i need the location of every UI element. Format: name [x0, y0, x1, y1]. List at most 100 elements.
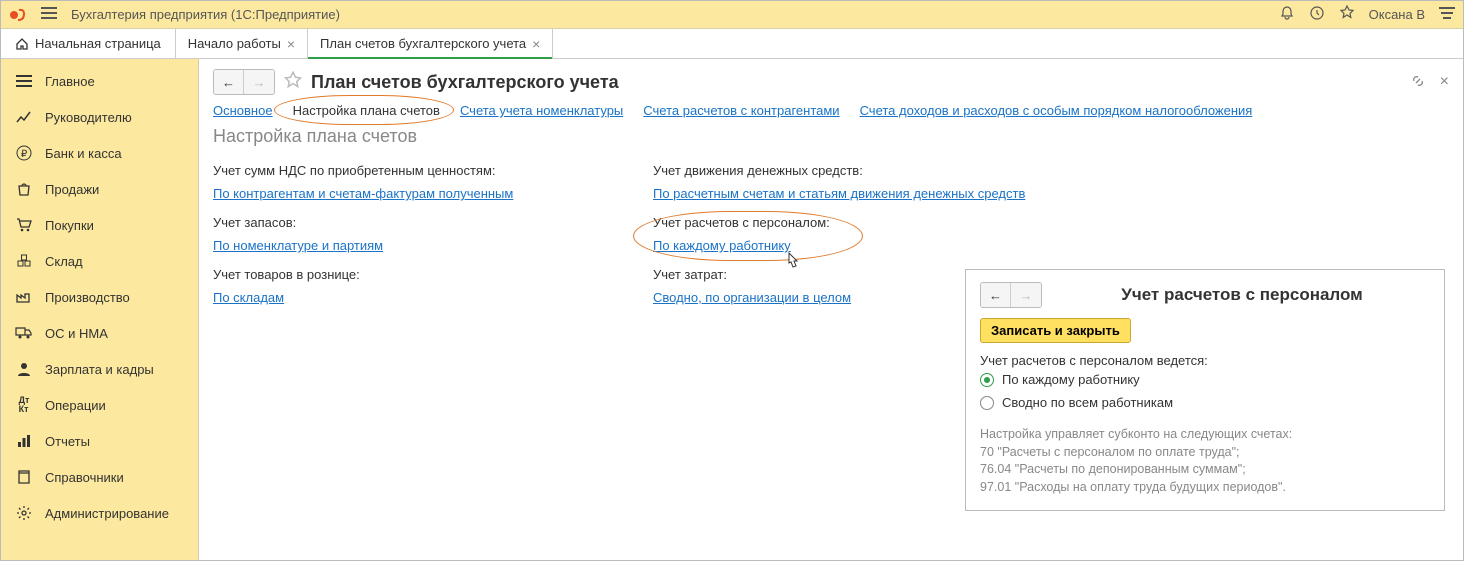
sidebar-item-label: Продажи	[45, 182, 99, 197]
sidebar-item-label: Справочники	[45, 470, 124, 485]
sidebar-item-label: Склад	[45, 254, 83, 269]
close-page-button[interactable]: ×	[1440, 73, 1449, 92]
panel-forward-button[interactable]: →	[1011, 283, 1041, 307]
content-area: ← → План счетов бухгалтерского учета × О…	[199, 59, 1463, 560]
link-icon[interactable]	[1410, 73, 1426, 92]
radio-per-employee[interactable]: По каждому работнику	[980, 368, 1430, 391]
sidebar: Главное Руководителю ₽ Банк и касса Прода…	[1, 59, 199, 560]
panel-nav-buttons: ← →	[980, 282, 1042, 308]
subnav-nomenclature[interactable]: Счета учета номенклатуры	[460, 103, 623, 118]
subnav-settings[interactable]: Настройка плана счетов	[293, 103, 440, 118]
bell-icon[interactable]	[1279, 5, 1295, 24]
sidebar-item-label: Отчеты	[45, 434, 90, 449]
sidebar-item-catalogs[interactable]: Справочники	[1, 459, 198, 495]
chart-icon	[15, 108, 33, 126]
titlebar: Бухгалтерия предприятия (1С:Предприятие)…	[1, 1, 1463, 29]
close-icon[interactable]: ×	[532, 36, 540, 52]
sidebar-item-label: Операции	[45, 398, 106, 413]
sidebar-item-sales[interactable]: Продажи	[1, 171, 198, 207]
svg-text:₽: ₽	[21, 149, 28, 160]
star-icon[interactable]	[1339, 5, 1355, 24]
nav-buttons: ← →	[213, 69, 275, 95]
sidebar-item-label: ОС и НМА	[45, 326, 108, 341]
page-title: План счетов бухгалтерского учета	[311, 72, 619, 93]
close-icon[interactable]: ×	[287, 36, 295, 52]
person-icon	[15, 360, 33, 378]
sidebar-item-label: Покупки	[45, 218, 94, 233]
back-button[interactable]: ←	[214, 70, 244, 94]
save-and-close-button[interactable]: Записать и закрыть	[980, 318, 1131, 343]
bag-icon	[15, 180, 33, 198]
history-icon[interactable]	[1309, 5, 1325, 24]
subnav-main[interactable]: Основное	[213, 103, 273, 118]
radio-group-label: Учет расчетов с персоналом ведется:	[980, 353, 1430, 368]
tab-start[interactable]: Начало работы ×	[176, 29, 308, 58]
home-icon	[15, 37, 29, 51]
app-logo	[9, 8, 31, 22]
factory-icon	[15, 288, 33, 306]
radio-label: Сводно по всем работникам	[1002, 395, 1173, 410]
radio-label: По каждому работнику	[1002, 372, 1140, 387]
dtkt-icon: ДтКт	[15, 396, 33, 414]
subnav-income-expense[interactable]: Счета доходов и расходов с особым порядк…	[860, 103, 1253, 118]
user-name[interactable]: Оксана В	[1369, 7, 1425, 22]
personnel-settings-panel: ← → Учет расчетов с персоналом Записать …	[965, 269, 1445, 511]
bars-icon	[15, 432, 33, 450]
sidebar-item-reports[interactable]: Отчеты	[1, 423, 198, 459]
sidebar-item-label: Производство	[45, 290, 130, 305]
book-icon	[15, 468, 33, 486]
tab-label: План счетов бухгалтерского учета	[320, 36, 526, 51]
radio-icon	[980, 396, 994, 410]
favorite-star-icon[interactable]	[283, 71, 303, 94]
sidebar-item-label: Зарплата и кадры	[45, 362, 154, 377]
sidebar-item-operations[interactable]: ДтКт Операции	[1, 387, 198, 423]
sidebar-item-warehouse[interactable]: Склад	[1, 243, 198, 279]
tab-label: Начало работы	[188, 36, 281, 51]
subnav: Основное Настройка плана счетов Счета уч…	[199, 99, 1463, 126]
panel-hint: Настройка управляет субконто на следующи…	[980, 426, 1430, 496]
label-retail: Учет товаров в рознице:	[213, 267, 613, 282]
menu-icon	[15, 72, 33, 90]
radio-icon	[980, 373, 994, 387]
boxes-icon	[15, 252, 33, 270]
gear-icon	[15, 504, 33, 522]
sidebar-item-purchases[interactable]: Покупки	[1, 207, 198, 243]
panel-menu-icon[interactable]	[1439, 7, 1455, 22]
tabbar: Начальная страница Начало работы × План …	[1, 29, 1463, 59]
sidebar-item-manager[interactable]: Руководителю	[1, 99, 198, 135]
label-personnel: Учет расчетов с персоналом:	[653, 215, 1053, 230]
label-vat: Учет сумм НДС по приобретенным ценностям…	[213, 163, 613, 178]
link-personnel[interactable]: По каждому работнику	[653, 238, 1053, 253]
cart-icon	[15, 216, 33, 234]
tab-chart-of-accounts[interactable]: План счетов бухгалтерского учета ×	[308, 29, 553, 58]
sidebar-item-label: Банк и касса	[45, 146, 122, 161]
ruble-icon: ₽	[15, 144, 33, 162]
panel-back-button[interactable]: ←	[981, 283, 1011, 307]
sidebar-item-main[interactable]: Главное	[1, 63, 198, 99]
sidebar-item-bank[interactable]: ₽ Банк и касса	[1, 135, 198, 171]
truck-icon	[15, 324, 33, 342]
home-tab-label: Начальная страница	[35, 36, 161, 51]
label-cash: Учет движения денежных средств:	[653, 163, 1053, 178]
sidebar-item-label: Администрирование	[45, 506, 169, 521]
sidebar-item-assets[interactable]: ОС и НМА	[1, 315, 198, 351]
home-tab[interactable]: Начальная страница	[1, 29, 176, 58]
subnav-contractors[interactable]: Счета расчетов с контрагентами	[643, 103, 839, 118]
section-title: Настройка плана счетов	[199, 126, 1463, 155]
settings-column-left: Учет сумм НДС по приобретенным ценностям…	[213, 155, 613, 305]
panel-title: Учет расчетов с персоналом	[1121, 285, 1363, 305]
forward-button[interactable]: →	[244, 70, 274, 94]
radio-summary[interactable]: Сводно по всем работникам	[980, 391, 1430, 414]
sidebar-item-production[interactable]: Производство	[1, 279, 198, 315]
sidebar-item-admin[interactable]: Администрирование	[1, 495, 198, 531]
link-vat[interactable]: По контрагентам и счетам-фактурам получе…	[213, 186, 613, 201]
sidebar-item-salary[interactable]: Зарплата и кадры	[1, 351, 198, 387]
sidebar-item-label: Главное	[45, 74, 95, 89]
main-menu-icon[interactable]	[41, 7, 57, 22]
app-title: Бухгалтерия предприятия (1С:Предприятие)	[71, 7, 340, 22]
link-cash[interactable]: По расчетным счетам и статьям движения д…	[653, 186, 1053, 201]
link-retail[interactable]: По складам	[213, 290, 613, 305]
label-stock: Учет запасов:	[213, 215, 613, 230]
link-stock[interactable]: По номенклатуре и партиям	[213, 238, 613, 253]
sidebar-item-label: Руководителю	[45, 110, 132, 125]
